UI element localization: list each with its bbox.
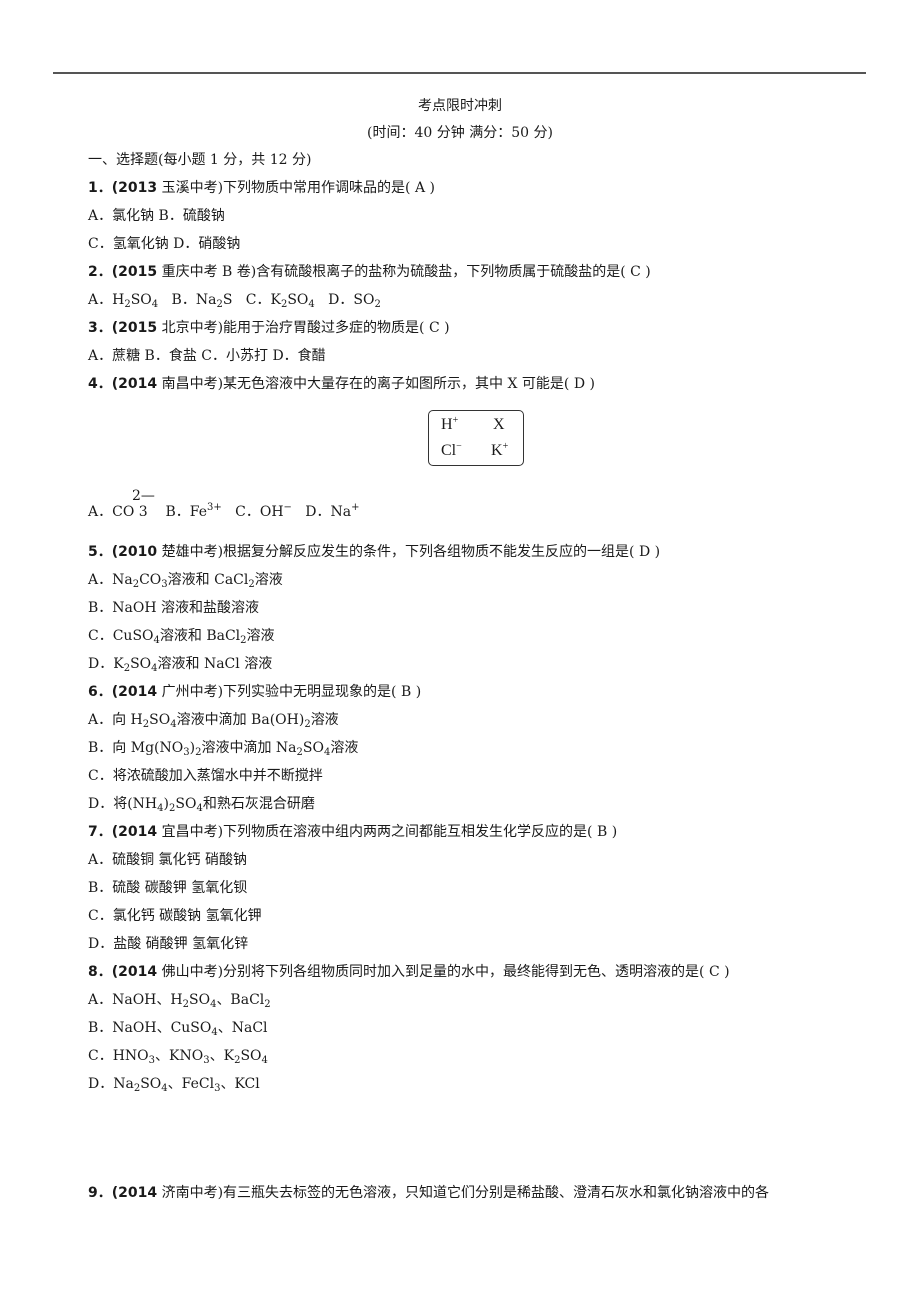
option-c: C．CuSO4溶液和 BaCl2溶液	[88, 628, 275, 646]
question-7: 7．(2014 宜昌中考)下列物质在溶液中组内两两之间都能互相发生化学反应的是(…	[88, 823, 617, 841]
question-number: 1．	[88, 180, 112, 196]
question-stem: 北京中考)能用于治疗胃酸过多症的物质是( C )	[161, 320, 450, 336]
option-a: A．Na2CO3溶液和 CaCl2溶液	[88, 572, 283, 590]
option-d: D．将(NH4)2SO4和熟石灰混合研磨	[88, 796, 315, 814]
option-d: D．Na+	[305, 502, 360, 521]
question-stem: 佛山中考)分别将下列各组物质同时加入到足量的水中，最终能得到无色、透明溶液的是(…	[161, 964, 730, 980]
question-source: (2014	[111, 376, 158, 392]
question-source: (2010	[111, 544, 158, 560]
question-source: (2015	[111, 264, 158, 280]
option-c: C．OH−	[235, 502, 292, 521]
question-9: 9．(2014 济南中考)有三瓶失去标签的无色溶液，只知道它们分别是稀盐酸、澄清…	[88, 1184, 769, 1202]
ion-k: K+	[491, 441, 509, 460]
option-d: D．SO2	[328, 292, 381, 310]
ion-h: H+	[441, 415, 459, 434]
ion-figure: H+ X Cl− K+	[428, 410, 524, 466]
option-c: C．K2SO4	[245, 292, 315, 310]
option-d: D．K2SO4溶液和 NaCl 溶液	[88, 656, 273, 674]
ion-x: X	[493, 416, 505, 433]
question-number: 2．	[88, 264, 112, 280]
question-4: 4．(2014 南昌中考)某无色溶液中大量存在的离子如图所示，其中 X 可能是(…	[88, 375, 595, 393]
option-b: B．NaOH 溶液和盐酸溶液	[88, 600, 260, 616]
question-5: 5．(2010 楚雄中考)根据复分解反应发生的条件，下列各组物质不能发生反应的一…	[88, 543, 660, 561]
question-source: (2015	[111, 320, 158, 336]
option-line: A．CO 2— 3 B．Fe3+ C．OH− D．Na+	[88, 488, 360, 521]
option-d: D．盐酸 硝酸钾 氢氧化锌	[88, 936, 249, 952]
option-a: A．硫酸铜 氯化钙 硝酸钠	[88, 852, 248, 868]
page-subtitle: (时间：40 分钟 满分：50 分)	[367, 125, 553, 141]
section-heading: 一、选择题(每小题 1 分，共 12 分)	[88, 152, 312, 168]
question-stem: 楚雄中考)根据复分解反应发生的条件，下列各组物质不能发生反应的一组是( D )	[161, 544, 661, 560]
option-line: A．氯化钠 B．硫酸钠	[88, 208, 225, 224]
option-line: A．蔗糖 B．食盐 C．小苏打 D．食醋	[88, 348, 326, 364]
question-stem: 重庆中考 B 卷)含有硫酸根离子的盐称为硫酸盐，下列物质属于硫酸盐的是( C )	[161, 264, 651, 280]
option-d: D．Na2SO4、FeCl3、KCl	[88, 1076, 260, 1094]
question-stem: 济南中考)有三瓶失去标签的无色溶液，只知道它们分别是稀盐酸、澄清石灰水和氯化钠溶…	[161, 1185, 770, 1201]
ion-cl: Cl−	[441, 441, 462, 460]
question-number: 3．	[88, 320, 112, 336]
option-a: A．CO 2— 3	[88, 488, 155, 520]
option-c: C．HNO3、KNO3、K2SO4	[88, 1048, 268, 1066]
option-c: C．氯化钙 碳酸钠 氢氧化钾	[88, 908, 262, 924]
question-number: 8．	[88, 964, 112, 980]
question-1: 1．(2013 玉溪中考)下列物质中常用作调味品的是( A )	[88, 179, 435, 197]
option-b: B．NaOH、CuSO4、NaCl	[88, 1020, 268, 1038]
option-a: A．H2SO4	[88, 292, 159, 310]
page-title: 考点限时冲刺	[418, 98, 502, 114]
option-b: B．向 Mg(NO3)2溶液中滴加 Na2SO4溶液	[88, 740, 359, 758]
option-b: B．硫酸 碳酸钾 氢氧化钡	[88, 880, 248, 896]
question-source: (2014	[111, 684, 158, 700]
question-stem: 南昌中考)某无色溶液中大量存在的离子如图所示，其中 X 可能是( D )	[161, 376, 595, 392]
question-source: (2014	[111, 964, 158, 980]
question-number: 5．	[88, 544, 112, 560]
option-b: B．Na2S	[171, 292, 233, 310]
question-2: 2．(2015 重庆中考 B 卷)含有硫酸根离子的盐称为硫酸盐，下列物质属于硫酸…	[88, 263, 651, 281]
question-number: 6．	[88, 684, 112, 700]
question-stem: 玉溪中考)下列物质中常用作调味品的是( A )	[161, 180, 435, 196]
question-source: (2013	[111, 180, 158, 196]
question-number: 9．	[88, 1185, 112, 1201]
question-8: 8．(2014 佛山中考)分别将下列各组物质同时加入到足量的水中，最终能得到无色…	[88, 963, 730, 981]
question-stem: 宜昌中考)下列物质在溶液中组内两两之间都能互相发生化学反应的是( B )	[161, 824, 618, 840]
option-c: C．将浓硫酸加入蒸馏水中并不断搅拌	[88, 768, 323, 784]
question-source: (2014	[111, 824, 158, 840]
question-source: (2014	[111, 1185, 158, 1201]
option-b: B．Fe3+	[165, 502, 222, 521]
question-number: 4．	[88, 376, 112, 392]
question-3: 3．(2015 北京中考)能用于治疗胃酸过多症的物质是( C )	[88, 319, 450, 337]
option-a: A．NaOH、H2SO4、BaCl2	[88, 992, 271, 1010]
question-number: 7．	[88, 824, 112, 840]
question-6: 6．(2014 广州中考)下列实验中无明显现象的是( B )	[88, 683, 421, 701]
header-rule	[53, 72, 866, 74]
option-line: C．氢氧化钠 D．硝酸钠	[88, 236, 241, 252]
option-line: A．H2SO4 B．Na2S C．K2SO4 D．SO2	[88, 291, 381, 310]
option-a: A．向 H2SO4溶液中滴加 Ba(OH)2溶液	[88, 712, 339, 730]
question-stem: 广州中考)下列实验中无明显现象的是( B )	[161, 684, 422, 700]
